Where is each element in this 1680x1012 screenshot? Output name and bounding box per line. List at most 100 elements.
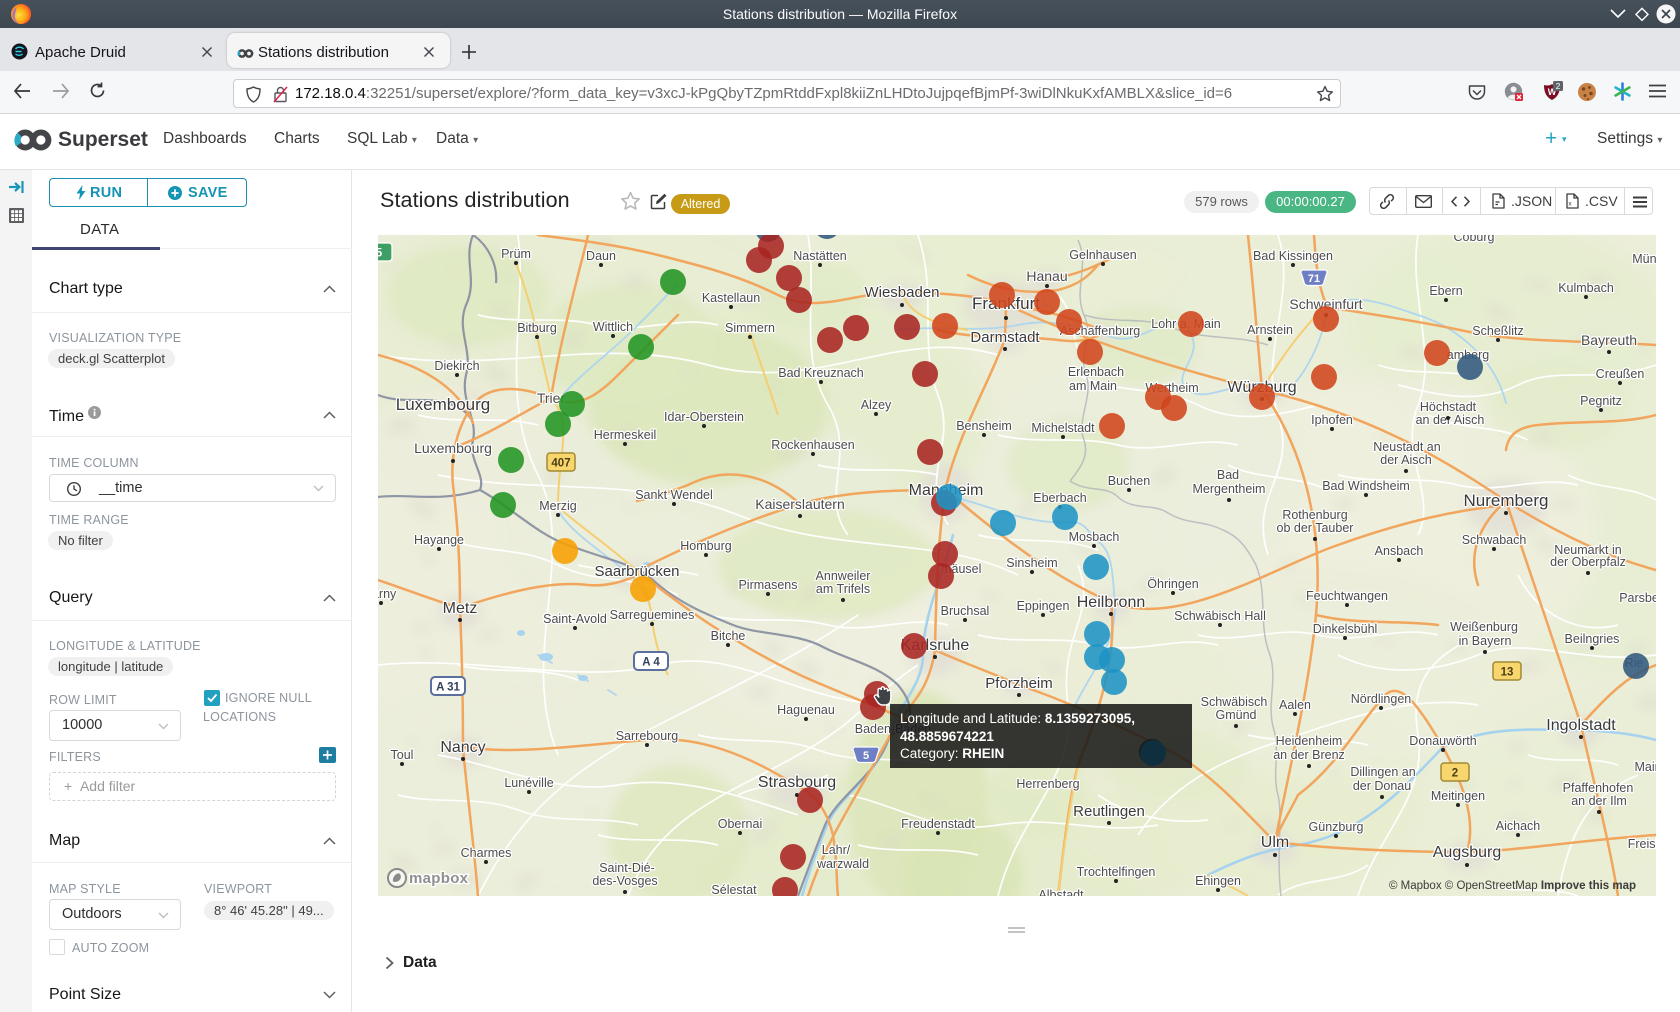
svg-text:Gmünd: Gmünd bbox=[1216, 708, 1257, 722]
svg-text:Jarny: Jarny bbox=[378, 587, 397, 601]
svg-text:Donauwörth: Donauwörth bbox=[1409, 734, 1476, 748]
svg-text:Hanau: Hanau bbox=[1026, 268, 1067, 284]
svg-text:Bitche: Bitche bbox=[711, 629, 746, 643]
svg-text:Ingolstadt: Ingolstadt bbox=[1546, 717, 1616, 734]
svg-text:Sarreguemines: Sarreguemines bbox=[610, 608, 695, 622]
svg-text:407: 407 bbox=[551, 458, 570, 470]
svg-text:Nancy: Nancy bbox=[440, 739, 485, 756]
svg-text:Rothenburg: Rothenburg bbox=[1282, 508, 1347, 522]
svg-text:Eberbach: Eberbach bbox=[1033, 491, 1087, 505]
svg-text:Sélestat: Sélestat bbox=[711, 883, 757, 896]
svg-text:Saint-Avold: Saint-Avold bbox=[543, 612, 607, 626]
svg-text:Kastellaun: Kastellaun bbox=[702, 291, 760, 305]
svg-text:A 4: A 4 bbox=[642, 657, 660, 669]
svg-text:Arnstein: Arnstein bbox=[1247, 323, 1293, 337]
svg-text:Parsbe: Parsbe bbox=[1619, 591, 1656, 605]
svg-text:der Aisch: der Aisch bbox=[1380, 453, 1431, 467]
svg-text:Reutlingen: Reutlingen bbox=[1073, 803, 1145, 820]
svg-text:Beilngries: Beilngries bbox=[1565, 632, 1620, 646]
svg-text:Wittlich: Wittlich bbox=[593, 320, 633, 334]
svg-text:Obernai: Obernai bbox=[718, 817, 762, 831]
svg-text:Luxembourg: Luxembourg bbox=[396, 395, 491, 414]
svg-text:Meitingen: Meitingen bbox=[1431, 789, 1485, 803]
svg-text:Bruchsal: Bruchsal bbox=[941, 604, 990, 618]
svg-text:Kulmbach: Kulmbach bbox=[1558, 281, 1614, 295]
svg-text:x: x bbox=[1568, 201, 1572, 208]
svg-text:Idar-Oberstein: Idar-Oberstein bbox=[664, 410, 744, 424]
svg-text:Wiesbaden: Wiesbaden bbox=[864, 284, 939, 301]
svg-text:Lunéville: Lunéville bbox=[504, 776, 553, 790]
svg-text:Merzig: Merzig bbox=[539, 499, 577, 513]
svg-text:Trochtelfingen: Trochtelfingen bbox=[1077, 865, 1156, 879]
svg-text:Sinsheim: Sinsheim bbox=[1006, 556, 1057, 570]
svg-text:der Oberpfalz: der Oberpfalz bbox=[1550, 555, 1626, 569]
svg-text:Hayange: Hayange bbox=[414, 533, 464, 547]
svg-text:Albstadt: Albstadt bbox=[1038, 888, 1084, 896]
svg-text:Feuchtwangen: Feuchtwangen bbox=[1306, 589, 1388, 603]
svg-text:Neustadt an: Neustadt an bbox=[1373, 440, 1440, 454]
svg-text:Bad Windsheim: Bad Windsheim bbox=[1322, 479, 1410, 493]
svg-text:5: 5 bbox=[378, 248, 383, 260]
svg-text:Metz: Metz bbox=[443, 600, 478, 617]
svg-text:Pfaffenhofen: Pfaffenhofen bbox=[1563, 781, 1634, 795]
svg-text:Höchstadt: Höchstadt bbox=[1420, 400, 1477, 414]
svg-text:Nuremberg: Nuremberg bbox=[1463, 491, 1548, 510]
svg-text:5: 5 bbox=[863, 750, 869, 762]
svg-text:Bensheim: Bensheim bbox=[956, 419, 1012, 433]
svg-text:Saint-Dié-: Saint-Dié- bbox=[599, 861, 655, 875]
svg-text:Bad: Bad bbox=[1217, 468, 1239, 482]
svg-text:Weißenburg: Weißenburg bbox=[1450, 620, 1518, 634]
svg-text:Ehingen: Ehingen bbox=[1195, 874, 1241, 888]
svg-text:Creußen: Creußen bbox=[1596, 367, 1645, 381]
svg-text:Bayreuth: Bayreuth bbox=[1581, 332, 1637, 348]
svg-text:warzwald: warzwald bbox=[816, 857, 869, 871]
svg-text:Münch: Münch bbox=[1632, 252, 1656, 266]
svg-text:Öhringen: Öhringen bbox=[1147, 577, 1198, 591]
svg-text:Michelstadt: Michelstadt bbox=[1031, 421, 1095, 435]
svg-text:Sarrebourg: Sarrebourg bbox=[616, 729, 679, 743]
svg-text:Nördlingen: Nördlingen bbox=[1351, 692, 1412, 706]
svg-text:Darmstadt: Darmstadt bbox=[970, 329, 1040, 346]
svg-text:Ulm: Ulm bbox=[1261, 834, 1289, 851]
svg-text:Pforzheim: Pforzheim bbox=[985, 675, 1053, 692]
svg-text:2: 2 bbox=[1452, 768, 1458, 780]
svg-text:Ansbach: Ansbach bbox=[1375, 544, 1424, 558]
svg-text:13: 13 bbox=[1501, 667, 1514, 679]
svg-text:Bitburg: Bitburg bbox=[517, 321, 557, 335]
svg-text:mapbox: mapbox bbox=[409, 870, 469, 887]
svg-text:Heilbronn: Heilbronn bbox=[1077, 594, 1145, 611]
svg-text:Dinkelsbühl: Dinkelsbühl bbox=[1313, 622, 1378, 636]
svg-text:Iphofen: Iphofen bbox=[1311, 413, 1353, 427]
svg-text:Homburg: Homburg bbox=[680, 539, 731, 553]
svg-text:Toul: Toul bbox=[391, 748, 414, 762]
svg-text:Diekirch: Diekirch bbox=[434, 359, 479, 373]
svg-text:A 31: A 31 bbox=[436, 682, 460, 694]
svg-text:Pegnitz: Pegnitz bbox=[1580, 394, 1622, 408]
svg-text:Mosbach: Mosbach bbox=[1069, 530, 1120, 544]
svg-text:Freudenstadt: Freudenstadt bbox=[901, 817, 975, 831]
svg-text:Kaiserslautern: Kaiserslautern bbox=[755, 496, 845, 512]
svg-text:Augsburg: Augsburg bbox=[1433, 844, 1502, 861]
svg-text:Aalen: Aalen bbox=[1279, 698, 1311, 712]
svg-text:Pirmasens: Pirmasens bbox=[738, 578, 797, 592]
svg-text:Ebern: Ebern bbox=[1429, 284, 1462, 298]
svg-text:Freisi: Freisi bbox=[1628, 837, 1656, 851]
svg-text:Saarbrücken: Saarbrücken bbox=[594, 563, 679, 580]
svg-text:Mergentheim: Mergentheim bbox=[1193, 482, 1266, 496]
svg-text:Aichach: Aichach bbox=[1496, 819, 1541, 833]
svg-text:ob der Tauber: ob der Tauber bbox=[1277, 521, 1354, 535]
svg-text:Schwäbisch: Schwäbisch bbox=[1201, 695, 1268, 709]
svg-text:71: 71 bbox=[1308, 273, 1320, 285]
svg-text:Luxembourg: Luxembourg bbox=[414, 440, 492, 456]
svg-text:Alzey: Alzey bbox=[861, 398, 892, 412]
svg-text:Hermeskeil: Hermeskeil bbox=[594, 428, 657, 442]
svg-text:Günzburg: Günzburg bbox=[1309, 820, 1364, 834]
svg-text:Main: Main bbox=[1634, 760, 1656, 774]
svg-text:an der Brenz: an der Brenz bbox=[1273, 748, 1345, 762]
svg-text:am Main: am Main bbox=[1069, 379, 1117, 393]
svg-text:des-Vosges: des-Vosges bbox=[592, 874, 657, 888]
svg-text:Bad Kreuznach: Bad Kreuznach bbox=[778, 366, 864, 380]
svg-text:Coburg: Coburg bbox=[1454, 235, 1495, 244]
svg-text:Schwäbisch Hall: Schwäbisch Hall bbox=[1174, 609, 1266, 623]
svg-text:Daun: Daun bbox=[586, 249, 616, 263]
